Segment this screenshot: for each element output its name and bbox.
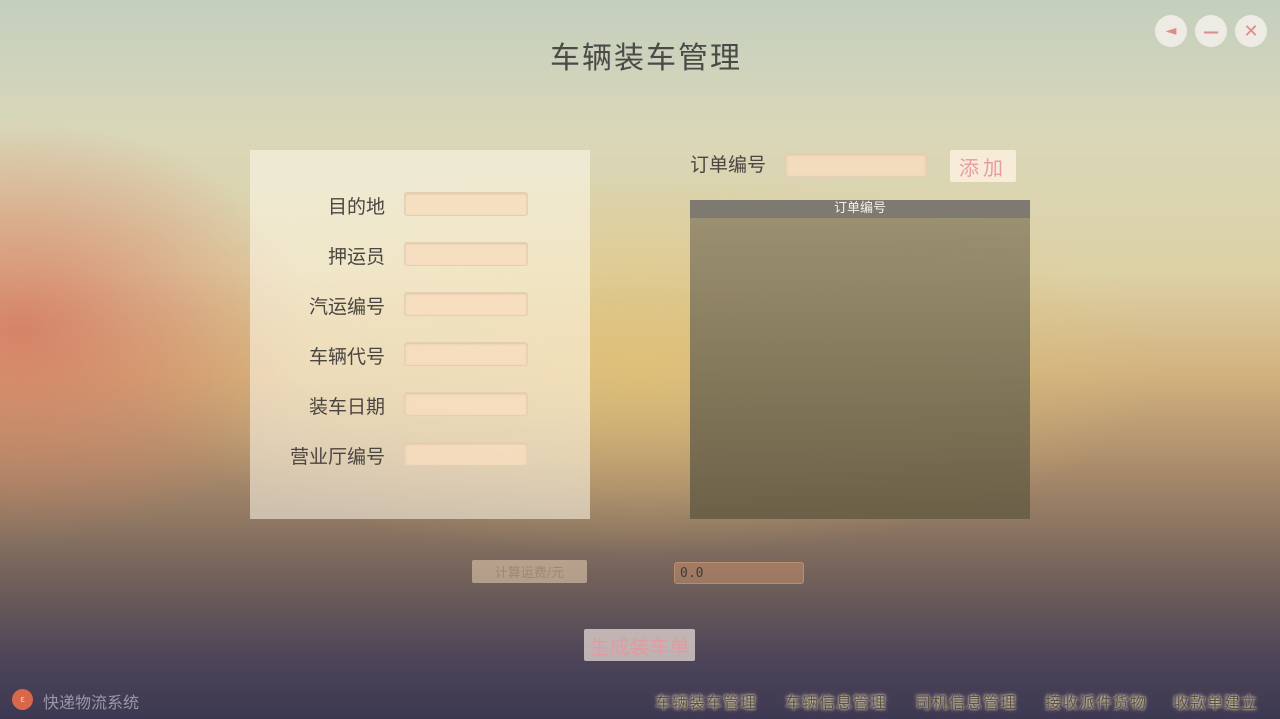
nav-receipt-create[interactable]: 收款单建立 <box>1173 689 1258 713</box>
nav-driver-info[interactable]: 司机信息管理 <box>915 689 1017 713</box>
destination-input[interactable] <box>404 192 528 216</box>
calculate-fee-button[interactable]: 计算运费/元 <box>472 560 587 583</box>
app-name: 快递物流系统 <box>43 693 140 712</box>
loading-form-panel: 目的地 押运员 汽运编号 车辆代号 装车日期 营业厅编号 <box>250 150 590 519</box>
app-logo-icon: ε <box>12 689 33 710</box>
hall-number-label: 营业厅编号 <box>289 446 385 468</box>
close-button[interactable]: ✕ <box>1235 15 1267 47</box>
order-number-input[interactable] <box>785 153 927 177</box>
nav-vehicle-loading[interactable]: 车辆装车管理 <box>655 689 757 713</box>
generate-loading-list-button[interactable]: 生成装车单 <box>584 629 695 661</box>
page-title: 车辆装车管理 <box>550 41 742 76</box>
minimize-button[interactable]: — <box>1195 15 1227 47</box>
nav-vehicle-info[interactable]: 车辆信息管理 <box>785 689 887 713</box>
nav-receive-delivery[interactable]: 接收派件货物 <box>1045 689 1147 713</box>
destination-label: 目的地 <box>327 196 385 218</box>
back-arrow-icon: ◄ <box>1165 23 1177 39</box>
escort-input[interactable] <box>404 242 528 266</box>
escort-label: 押运员 <box>327 246 385 268</box>
close-icon: ✕ <box>1243 20 1259 42</box>
fee-value-field[interactable]: 0.0 <box>674 562 804 584</box>
order-number-label: 订单编号 <box>690 154 767 176</box>
transport-number-input[interactable] <box>404 292 528 316</box>
vehicle-code-label: 车辆代号 <box>308 346 385 368</box>
order-table[interactable]: 订单编号 <box>690 200 1030 519</box>
vehicle-code-input[interactable] <box>404 342 528 366</box>
add-order-button[interactable]: 添加 <box>950 150 1016 182</box>
loading-date-input[interactable] <box>404 392 528 416</box>
minimize-icon: — <box>1203 21 1219 41</box>
transport-number-label: 汽运编号 <box>308 296 385 318</box>
hall-number-input[interactable] <box>404 442 528 466</box>
back-button[interactable]: ◄ <box>1155 15 1187 47</box>
loading-date-label: 装车日期 <box>308 396 385 418</box>
order-table-header[interactable]: 订单编号 <box>690 200 1030 218</box>
